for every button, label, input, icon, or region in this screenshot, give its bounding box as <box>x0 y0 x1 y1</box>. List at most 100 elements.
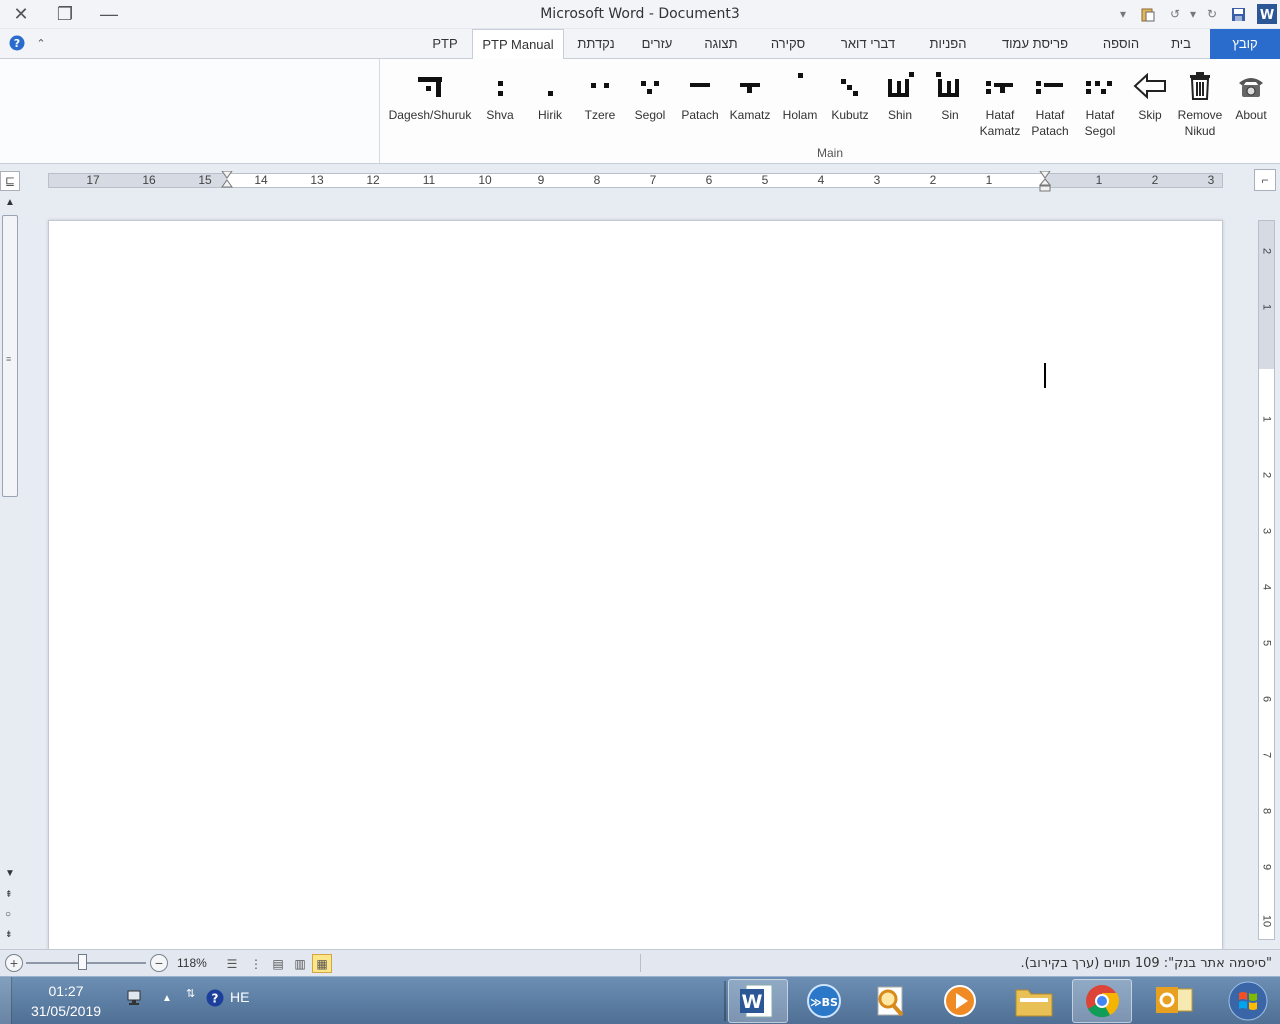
tab-page-layout[interactable]: פריסת עמוד <box>986 29 1084 59</box>
ribbon-button-label: Shva <box>486 108 514 122</box>
dagesh-shuruk-button[interactable]: Dagesh/Shuruk <box>388 65 472 145</box>
taskbar-clock[interactable]: 01:27 31/05/2019 <box>14 981 118 1021</box>
skip-button[interactable]: Skip <box>1125 65 1175 145</box>
sin-icon <box>925 65 975 107</box>
paste-icon[interactable] <box>1138 4 1158 24</box>
hataf-patach-icon <box>1025 65 1075 107</box>
draft-view-icon[interactable]: ☰ <box>222 954 242 973</box>
tab-helpers[interactable]: עזרים <box>630 29 684 59</box>
start-button-icon[interactable] <box>1218 979 1278 1023</box>
ruler-number: 13 <box>310 173 324 187</box>
shin-button[interactable]: Shin <box>875 65 925 145</box>
hirik-button[interactable]: Hirik <box>525 65 575 145</box>
scroll-up-arrow-icon[interactable]: ▲ <box>5 197 15 208</box>
outline-view-icon[interactable]: ⋮ <box>246 954 266 973</box>
zoom-in-button[interactable]: + <box>5 954 23 972</box>
vruler-number: 3 <box>1260 527 1273 535</box>
taskbar-bs-icon[interactable]: ≫BS <box>794 979 854 1023</box>
ribbon-tabs: ? ⌃ PTP PTP Manual נקדתת עזרים תצוגה סקי… <box>0 29 1280 60</box>
show-hidden-icons-icon[interactable]: ▲ <box>162 993 172 1004</box>
view-ruler-icon[interactable]: ⌐ <box>1254 169 1276 191</box>
tab-review[interactable]: סקירה <box>758 29 818 59</box>
vertical-scrollbar[interactable]: ▲ ≡ ▼ ⇞ ○ ⇟ <box>0 195 20 947</box>
remove-nikud-button[interactable]: Remove Nikud <box>1175 65 1225 145</box>
shva-button[interactable]: Shva <box>475 65 525 145</box>
network-icon[interactable] <box>124 989 144 1010</box>
segol-button[interactable]: Segol <box>625 65 675 145</box>
ribbon-button-label: Shin <box>887 108 913 122</box>
tab-file[interactable]: קובץ <box>1210 29 1280 59</box>
hataf-patach-button[interactable]: Hataf Patach <box>1025 65 1075 145</box>
sin-button[interactable]: Sin <box>925 65 975 145</box>
reading-view-icon[interactable]: ▥ <box>290 954 310 973</box>
tab-insert[interactable]: הוספה <box>1092 29 1150 59</box>
zoom-slider-thumb[interactable] <box>78 954 88 970</box>
taskbar-magnifier-icon[interactable] <box>860 979 920 1023</box>
svg-text:≫BS: ≫BS <box>810 996 838 1009</box>
vruler-number: 5 <box>1260 639 1273 647</box>
about-button[interactable]: About <box>1226 65 1276 145</box>
patach-button[interactable]: Patach <box>675 65 725 145</box>
status-word-count[interactable]: "סיסמה אתר בנק": 109 תווים (ערך בקירוב). <box>1020 956 1272 971</box>
tab-ptp[interactable]: PTP <box>424 29 466 59</box>
ruler-number: 8 <box>593 173 601 187</box>
ribbon-group-label: Main <box>816 146 843 160</box>
save-icon[interactable] <box>1228 4 1248 24</box>
next-page-icon[interactable]: ⇟ <box>5 929 13 940</box>
kamatz-button[interactable]: Kamatz <box>725 65 775 145</box>
qat-dropdown-icon[interactable]: ▾ <box>1116 4 1130 24</box>
undo-dropdown-icon[interactable]: ▾ <box>1188 4 1198 24</box>
word-logo-icon: W <box>1256 4 1278 24</box>
document-page[interactable] <box>48 220 1223 950</box>
taskbar-media-player-icon[interactable] <box>930 979 990 1023</box>
skip-arrow-icon <box>1125 65 1175 107</box>
hataf-kamatz-button[interactable]: Hataf Kamatz <box>975 65 1025 145</box>
scroll-down-arrow-icon[interactable]: ▼ <box>5 868 15 879</box>
vruler-number: 1 <box>1260 303 1273 311</box>
ruler-tab-selector-icon[interactable]: ⊑ <box>0 171 20 191</box>
previous-page-icon[interactable]: ⇞ <box>5 889 13 900</box>
web-layout-icon[interactable]: ▤ <box>268 954 288 973</box>
language-indicator[interactable]: HE <box>230 989 249 1005</box>
right-indent-marker-icon[interactable] <box>1039 171 1051 193</box>
undo-icon[interactable]: ↺ <box>1166 4 1184 24</box>
taskbar-chrome-icon[interactable] <box>1072 979 1132 1023</box>
kubutz-button[interactable]: Kubutz <box>825 65 875 145</box>
svg-text:W: W <box>742 991 763 1013</box>
collapse-ribbon-icon[interactable]: ⌃ <box>26 31 56 55</box>
tab-ptp-manual[interactable]: PTP Manual <box>472 29 564 60</box>
tzere-button[interactable]: Tzere <box>575 65 625 145</box>
text-cursor <box>1044 363 1046 388</box>
tab-references[interactable]: הפניות <box>918 29 978 59</box>
print-layout-icon[interactable]: ▦ <box>312 954 332 973</box>
tab-mailings[interactable]: דברי דואר <box>826 29 910 59</box>
tray-help-icon[interactable]: ? <box>206 989 224 1010</box>
shva-icon <box>475 65 525 107</box>
ruler-number: 12 <box>366 173 380 187</box>
sync-icon[interactable]: ⇅ <box>186 987 195 1000</box>
scrollbar-thumb[interactable]: ≡ <box>2 215 18 497</box>
zoom-percent[interactable]: 118% <box>177 956 207 970</box>
kubutz-icon <box>825 65 875 107</box>
zoom-out-button[interactable]: − <box>150 954 168 972</box>
vruler-number: 8 <box>1260 807 1273 815</box>
holam-button[interactable]: Holam <box>775 65 825 145</box>
taskbar-word-icon[interactable]: W <box>728 979 788 1023</box>
left-indent-marker-icon[interactable] <box>221 171 233 189</box>
vertical-ruler: 2 1 1 2 3 4 5 6 7 8 9 10 <box>1258 220 1275 940</box>
redo-icon[interactable]: ↻ <box>1203 4 1221 24</box>
ribbon-button-label: Hataf <box>985 108 1015 122</box>
hataf-segol-button[interactable]: Hataf Segol <box>1075 65 1125 145</box>
taskbar-folder-icon[interactable] <box>1004 979 1064 1023</box>
tab-view[interactable]: תצוגה <box>692 29 750 59</box>
ruler-number: 1 <box>985 173 993 187</box>
show-desktop-button[interactable] <box>0 977 12 1024</box>
taskbar-outlook-icon[interactable] <box>1144 979 1204 1023</box>
ruler-number: 2 <box>1151 173 1159 187</box>
tab-niqud[interactable]: נקדתת <box>570 29 622 59</box>
horizontal-ruler[interactable]: 17 16 15 14 13 12 11 10 9 8 7 6 5 4 3 2 … <box>48 171 1223 192</box>
browse-object-icon[interactable]: ○ <box>5 909 11 920</box>
ribbon-button-label: Hataf <box>1085 108 1115 122</box>
segol-icon <box>625 65 675 107</box>
tab-home[interactable]: בית <box>1158 29 1204 59</box>
